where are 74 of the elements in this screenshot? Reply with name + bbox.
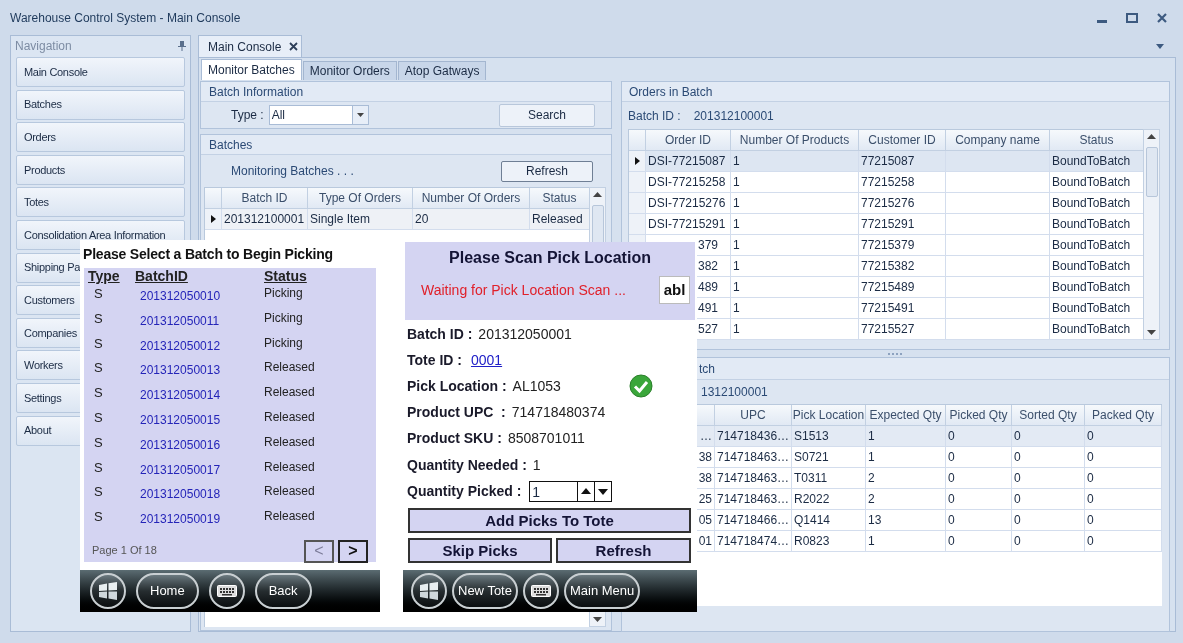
column-header: Batch ID	[222, 188, 308, 209]
field-label: Tote ID :	[407, 350, 462, 370]
column-header: Type Of Orders	[308, 188, 413, 209]
status-text: Released	[264, 458, 316, 476]
table-cell: 0	[1085, 531, 1162, 552]
panel-title: Navigation	[15, 38, 72, 55]
field-label: Product SKU :	[407, 429, 502, 449]
type-text: S	[93, 458, 104, 477]
column-header: Order ID	[646, 130, 731, 151]
status-text: Released	[264, 384, 316, 402]
scan-message: Waiting for Pick Location Scan ...	[421, 280, 626, 300]
type-text: S	[93, 433, 104, 452]
panel-title: tch	[699, 360, 715, 378]
field-value: 1	[532, 455, 541, 475]
table-cell: 77215527	[859, 319, 946, 340]
field-value: 201312050001	[478, 324, 572, 344]
panel-title: Batches	[209, 136, 253, 154]
column-header: BatchID	[135, 268, 189, 284]
status-text: Released	[264, 508, 316, 526]
type-text: S	[93, 409, 104, 427]
status-text: Monitoring Batches . . .	[231, 163, 354, 180]
field-label: Batch ID :	[407, 324, 473, 344]
field-value: 714718480374	[511, 403, 606, 423]
type-text: S	[93, 384, 104, 403]
status-text: Released	[264, 433, 316, 451]
column-header: Sorted Qty	[1012, 405, 1085, 426]
field-value: AL1053	[512, 376, 561, 396]
table-cell: 0	[946, 531, 1012, 552]
column-header: Customer ID	[859, 130, 946, 151]
column-header: UPC	[715, 405, 792, 426]
status-text: Released	[264, 409, 316, 426]
column-header: Company name	[946, 130, 1050, 151]
table-cell: R0823	[792, 531, 866, 552]
status-text: Picking	[264, 309, 304, 327]
column-header: Status	[1050, 130, 1144, 151]
type-text: S	[93, 483, 104, 502]
status-text: Picking	[264, 285, 304, 302]
batch-id-label: Batch ID :	[628, 107, 681, 125]
column-header: Number Of Products	[731, 130, 859, 151]
field-label: Pick Location :	[407, 376, 507, 396]
table-cell: 201312100001	[222, 209, 308, 230]
table-cell: 1	[731, 319, 859, 340]
table-cell: 714718474…	[715, 531, 792, 552]
status-text: Picking	[264, 334, 304, 352]
panel-title: Batch Information	[209, 83, 304, 101]
batch-id-value: 201312100001	[693, 107, 774, 125]
type-label: Type :	[231, 107, 264, 124]
window-title: Warehouse Control System - Main Console	[10, 9, 241, 27]
field-label: Quantity Picked :	[407, 481, 522, 501]
column-header: Type	[87, 268, 121, 284]
type-text: S	[93, 285, 104, 303]
type-text: S	[93, 334, 104, 353]
column-header: Status	[530, 188, 590, 209]
page-indicator: Page 1 Of 18	[91, 542, 157, 558]
column-header: Picked Qty	[946, 405, 1012, 426]
table-cell: 1	[866, 531, 946, 552]
table-cell: 0	[1012, 531, 1085, 552]
status-text: Released	[264, 359, 316, 377]
batch-id-value: 1312100001	[701, 384, 768, 401]
field-label: Product UPC :	[407, 403, 506, 423]
field-label: Quantity Needed :	[407, 455, 527, 475]
panel-title: Orders in Batch	[629, 83, 713, 101]
column-header: Pick Location	[792, 405, 866, 426]
table-cell: Single Item	[308, 209, 413, 230]
column-header: Status	[264, 268, 308, 284]
table-cell: 20	[413, 209, 530, 230]
type-text: S	[93, 508, 104, 527]
column-header: Packed Qty	[1085, 405, 1162, 426]
type-text: S	[93, 359, 104, 378]
column-header: Expected Qty	[866, 405, 946, 426]
column-header: Number Of Orders	[413, 188, 530, 209]
status-text: Released	[264, 483, 316, 501]
type-text: S	[93, 309, 104, 328]
field-value: 8508701011	[507, 429, 585, 449]
